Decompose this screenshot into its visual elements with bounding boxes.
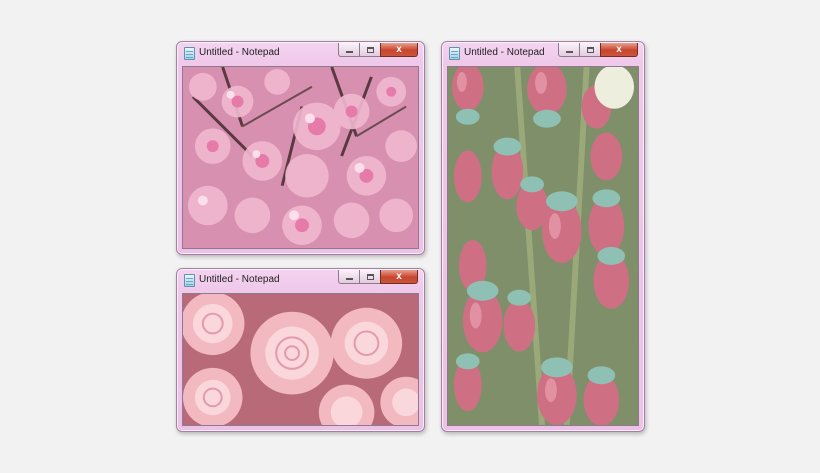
window-controls: x [338,43,418,57]
close-button[interactable]: x [600,43,638,57]
content-area[interactable] [182,293,419,426]
rose-image [183,294,418,425]
close-icon: x [396,270,402,282]
maximize-button[interactable] [359,43,380,57]
maximize-icon [366,46,374,53]
minimize-icon [345,51,353,53]
maximize-icon [366,273,374,280]
close-button[interactable]: x [380,270,418,284]
window-title: Untitled - Notepad [464,47,545,58]
notepad-icon [184,47,195,60]
window-controls: x [338,270,418,284]
minimize-button[interactable] [558,43,579,57]
notepad-window-1[interactable]: Untitled - Notepad x [176,41,425,255]
notepad-icon [449,47,460,60]
maximize-button[interactable] [579,43,600,57]
close-button[interactable]: x [380,43,418,57]
minimize-button[interactable] [338,43,359,57]
title-bar[interactable]: Untitled - Notepad x [177,269,424,291]
window-title: Untitled - Notepad [199,47,280,58]
content-area[interactable] [447,66,639,426]
content-area[interactable] [182,66,419,249]
maximize-button[interactable] [359,270,380,284]
minimize-button[interactable] [338,270,359,284]
notepad-window-3[interactable]: Untitled - Notepad x [441,41,645,432]
minimize-icon [345,278,353,280]
notepad-icon [184,274,195,287]
window-controls: x [558,43,638,57]
title-bar[interactable]: Untitled - Notepad x [177,42,424,64]
notepad-window-2[interactable]: Untitled - Notepad x [176,268,425,432]
minimize-icon [565,51,573,53]
cherry-blossom-image [183,67,418,248]
title-bar[interactable]: Untitled - Notepad x [442,42,644,64]
flower-buds-image [448,67,638,425]
window-title: Untitled - Notepad [199,274,280,285]
maximize-icon [586,46,594,53]
close-icon: x [396,43,402,55]
close-icon: x [616,43,622,55]
